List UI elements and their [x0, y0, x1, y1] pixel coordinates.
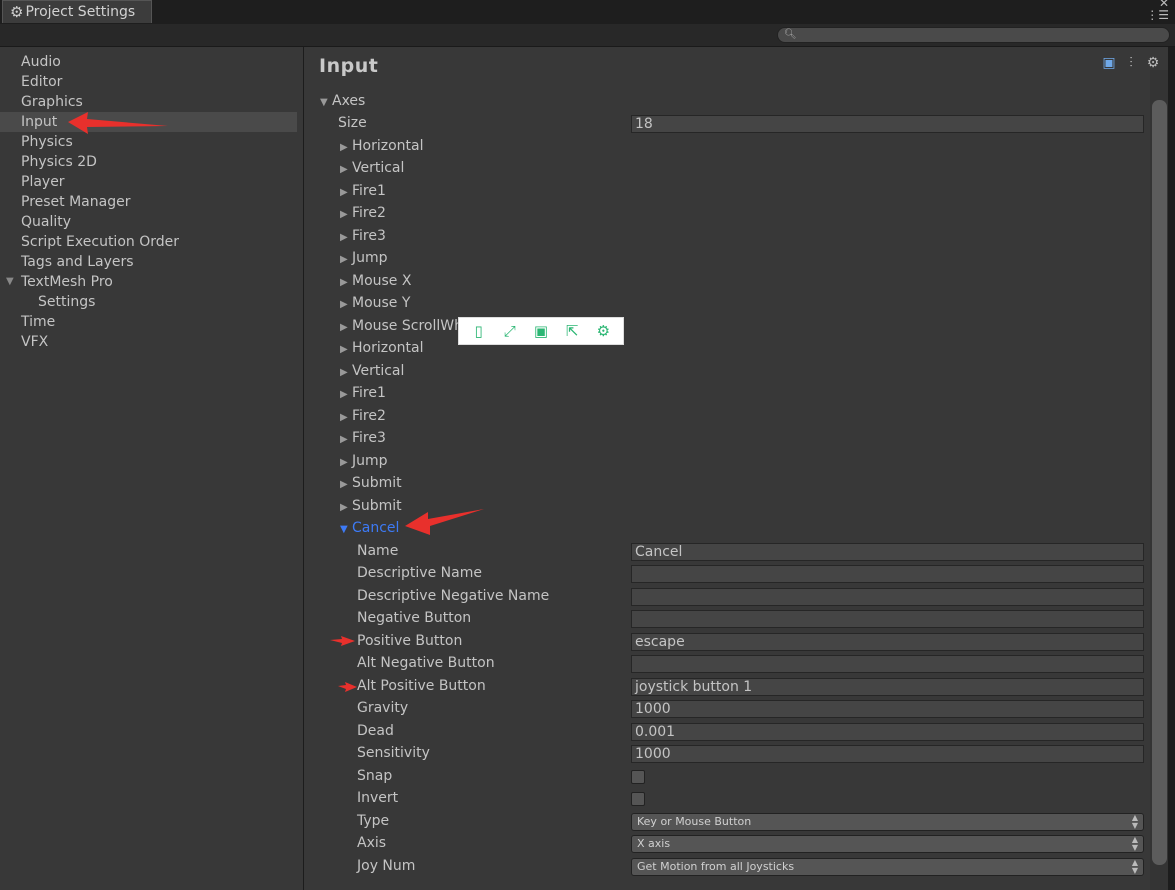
arrow-icon — [338, 682, 357, 692]
arrow-icon — [405, 509, 484, 535]
arrow-icon — [68, 112, 168, 134]
annotation-arrows — [68, 112, 484, 692]
arrow-icon — [330, 636, 355, 646]
